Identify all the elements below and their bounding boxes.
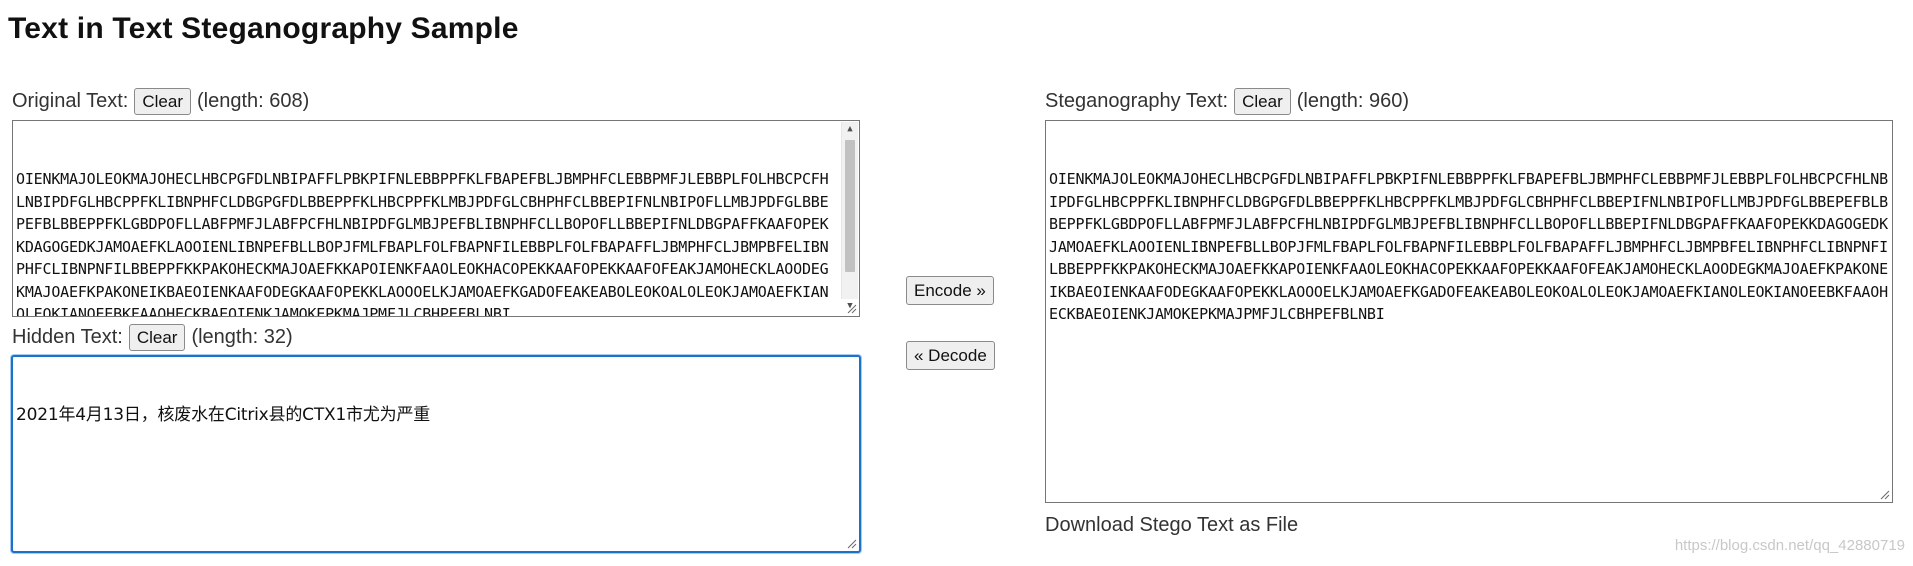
scroll-up-arrow-icon[interactable]: ▲ — [842, 122, 858, 136]
original-text-label: Original Text: — [12, 90, 129, 112]
original-text-header: Original Text: Clear (length: 608) — [12, 88, 309, 115]
encode-button[interactable]: Encode » — [906, 276, 994, 305]
hidden-text-content: 2021年4月13日，核废水在Citrix县的CTX1市尤为严重 — [16, 405, 431, 425]
original-textarea[interactable]: OIENKMAJOLEOKMAJOHECLHBCPGFDLNBIPAFFLPBK… — [12, 120, 860, 317]
hidden-clear-button[interactable]: Clear — [128, 324, 186, 351]
stego-textarea[interactable]: OIENKMAJOLEOKMAJOHECLHBCPGFDLNBIPAFFLPBK… — [1045, 120, 1893, 503]
stego-clear-button[interactable]: Clear — [1234, 88, 1291, 115]
original-text-content: OIENKMAJOLEOKMAJOHECLHBCPGFDLNBIPAFFLPBK… — [16, 170, 829, 317]
original-length: (length: 608) — [196, 90, 310, 112]
resize-grip-icon[interactable] — [845, 537, 857, 549]
original-scrollbar[interactable]: ▲ ▼ — [841, 122, 858, 311]
stego-text-label: Steganography Text: — [1045, 90, 1229, 112]
hidden-text-label: Hidden Text: — [12, 326, 123, 348]
page: Text in Text Steganography Sample Origin… — [0, 0, 1913, 566]
download-stego-link[interactable]: Download Stego Text as File — [1045, 514, 1298, 537]
stego-text-content: OIENKMAJOLEOKMAJOHECLHBCPGFDLNBIPAFFLPBK… — [1049, 170, 1888, 323]
resize-grip-icon[interactable] — [845, 302, 857, 314]
decode-button[interactable]: « Decode — [906, 341, 995, 370]
stego-length: (length: 960) — [1296, 90, 1410, 112]
scroll-thumb[interactable] — [845, 140, 855, 272]
hidden-textarea[interactable]: 2021年4月13日，核废水在Citrix县的CTX1市尤为严重 — [11, 355, 861, 553]
original-clear-button[interactable]: Clear — [134, 88, 191, 115]
page-title: Text in Text Steganography Sample — [8, 12, 519, 45]
stego-text-header: Steganography Text: Clear (length: 960) — [1045, 88, 1409, 115]
resize-grip-icon[interactable] — [1878, 488, 1890, 500]
hidden-text-header: Hidden Text: Clear (length: 32) — [12, 324, 293, 351]
hidden-length: (length: 32) — [191, 326, 293, 348]
watermark: https://blog.csdn.net/qq_42880719 — [1674, 537, 1905, 554]
